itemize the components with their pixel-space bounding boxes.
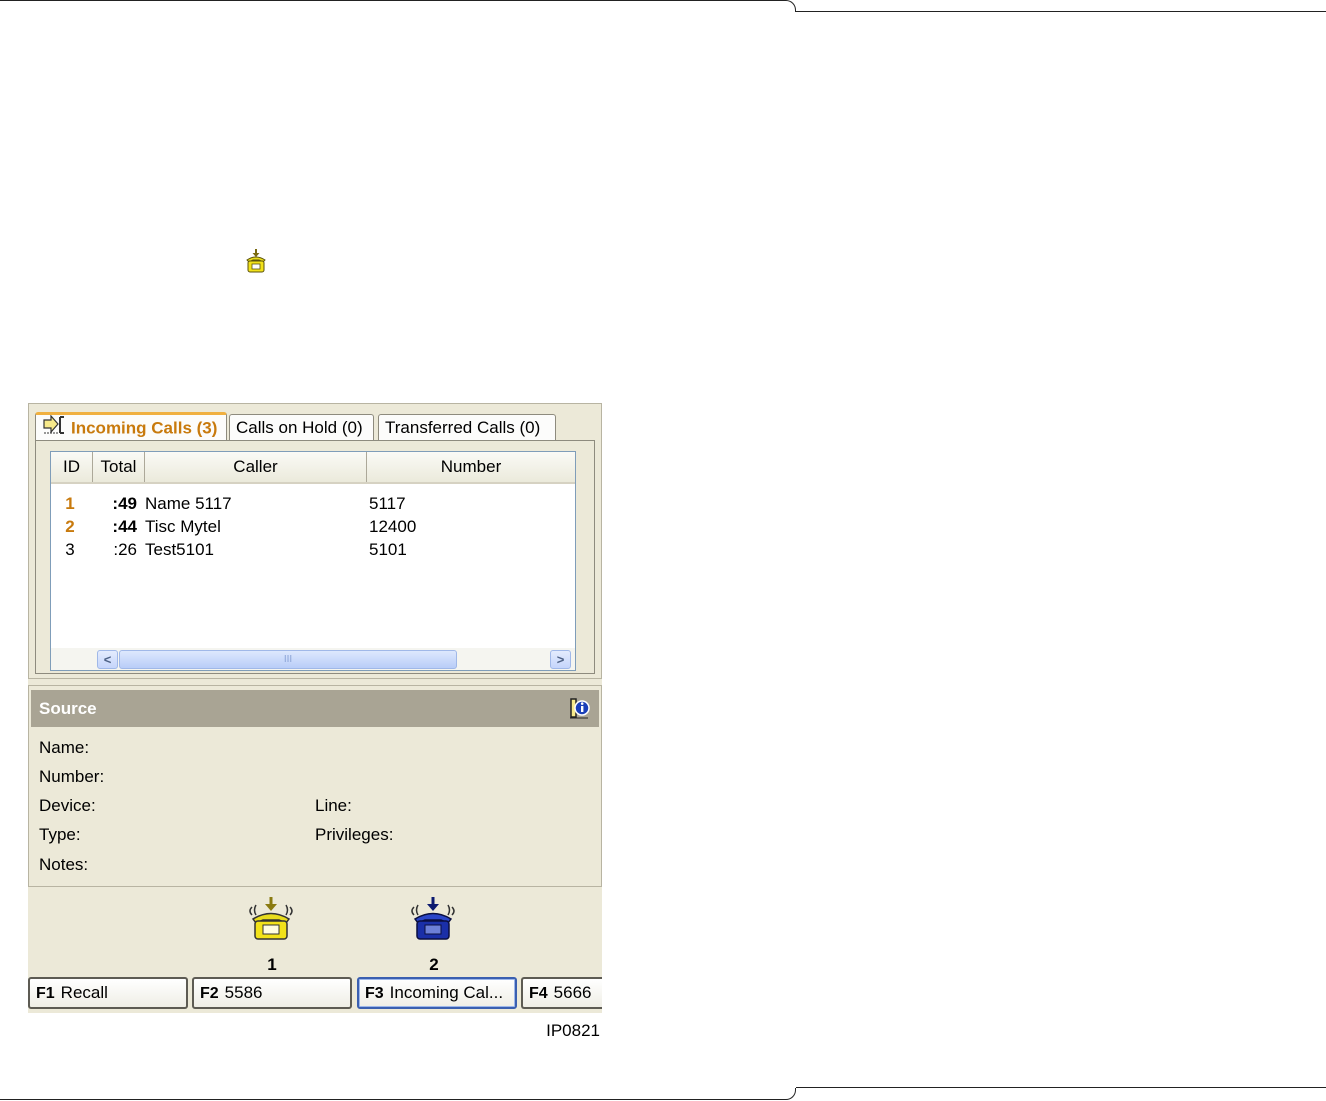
f1-recall-button[interactable]: F1 Recall <box>28 977 188 1009</box>
call-caller: Name 5117 <box>145 494 232 513</box>
frame-corner-top <box>784 0 796 12</box>
ringing-phone-blue-icon <box>408 895 458 948</box>
source-device-label: Device: <box>39 796 96 815</box>
scroll-right-button[interactable]: > <box>550 650 571 669</box>
fkey-code: F2 <box>200 985 219 1002</box>
call-id: 2 <box>65 517 75 536</box>
line-number-1: 1 <box>267 955 277 974</box>
table-row[interactable]: 1 :49 Name 5117 5117 <box>51 492 575 515</box>
tab-content: ID Total Caller Number 1 :49 Name 5117 5… <box>35 440 595 674</box>
source-panel: Source Name: Number: Device: Line: Type:… <box>28 685 602 887</box>
fkey-code: F4 <box>529 985 548 1002</box>
horizontal-scrollbar[interactable]: < III > <box>51 648 575 670</box>
call-number: 5101 <box>369 540 407 559</box>
source-name-label: Name: <box>39 738 90 757</box>
f3-incoming-calls-button[interactable]: F3 Incoming Cal... <box>357 977 517 1009</box>
fkey-label: 5586 <box>224 983 263 1002</box>
tab-label: Calls on Hold (0) <box>236 418 363 437</box>
call-tabs-area: Incoming Calls (3) Calls on Hold (0) Tra… <box>28 403 602 679</box>
call-number: 12400 <box>369 517 417 536</box>
info-icon[interactable] <box>567 696 591 733</box>
fkey-label: Incoming Cal... <box>389 983 504 1002</box>
scroll-left-button[interactable]: < <box>97 650 118 669</box>
caption-area <box>28 1013 602 1043</box>
f4-line-button[interactable]: F4 5666 <box>521 977 602 1009</box>
table-row[interactable]: 2 :44 Tisc Mytel 12400 <box>51 515 575 538</box>
source-notes-label: Notes: <box>39 855 89 874</box>
f2-line-button[interactable]: F2 5586 <box>192 977 352 1009</box>
line-number-2: 2 <box>429 955 439 974</box>
frame-line-top-right <box>796 11 1326 12</box>
call-id: 1 <box>65 494 75 513</box>
call-total: :44 <box>112 517 137 536</box>
table-row[interactable]: 3 :26 Test5101 5101 <box>51 538 575 561</box>
fkey-code: F1 <box>36 985 55 1002</box>
ringing-phone-yellow-icon <box>246 895 296 948</box>
incoming-calls-icon <box>42 414 68 443</box>
frame-line-top-left <box>0 0 785 1</box>
tab-label: Transferred Calls (0) <box>385 418 541 437</box>
column-header-id[interactable]: ID <box>51 452 93 482</box>
source-type-label: Type: <box>39 825 81 844</box>
tab-incoming-calls[interactable]: Incoming Calls (3) <box>35 412 227 441</box>
scroll-thumb[interactable]: III <box>119 650 457 669</box>
call-id: 3 <box>65 540 75 559</box>
ringing-phone-icon <box>244 248 268 278</box>
frame-line-bottom-right <box>796 1087 1326 1088</box>
call-total: :26 <box>113 540 137 559</box>
column-header-caller[interactable]: Caller <box>145 452 367 482</box>
tab-transferred-calls[interactable]: Transferred Calls (0) <box>378 414 556 440</box>
table-header: ID Total Caller Number <box>51 452 575 484</box>
source-title: Source <box>39 699 97 718</box>
incoming-calls-table: ID Total Caller Number 1 :49 Name 5117 5… <box>50 451 576 671</box>
column-header-number[interactable]: Number <box>367 452 575 482</box>
figure-id-label: IP0821 <box>540 1021 600 1041</box>
source-line-label: Line: <box>315 796 352 815</box>
tab-label: Incoming Calls (3) <box>71 418 218 438</box>
call-caller: Tisc Mytel <box>145 517 221 536</box>
source-number-label: Number: <box>39 767 105 786</box>
line-status-bar: 1 2 F1 Recall F2 5586 F3 Incoming Cal... F4… <box>28 889 602 1043</box>
call-total: :49 <box>112 494 137 513</box>
fkey-label: Recall <box>60 983 108 1002</box>
fkey-code: F3 <box>365 985 384 1002</box>
call-console-panel: Incoming Calls (3) Calls on Hold (0) Tra… <box>28 403 602 1043</box>
source-header: Source <box>31 690 599 727</box>
frame-line-bottom-left <box>0 1099 785 1100</box>
source-privileges-label: Privileges: <box>315 825 394 844</box>
call-number: 5117 <box>369 494 406 513</box>
call-caller: Test5101 <box>145 540 214 559</box>
frame-corner-bottom <box>784 1088 796 1100</box>
fkey-label: 5666 <box>553 983 592 1002</box>
tab-calls-on-hold[interactable]: Calls on Hold (0) <box>229 414 374 440</box>
column-header-total[interactable]: Total <box>93 452 145 482</box>
